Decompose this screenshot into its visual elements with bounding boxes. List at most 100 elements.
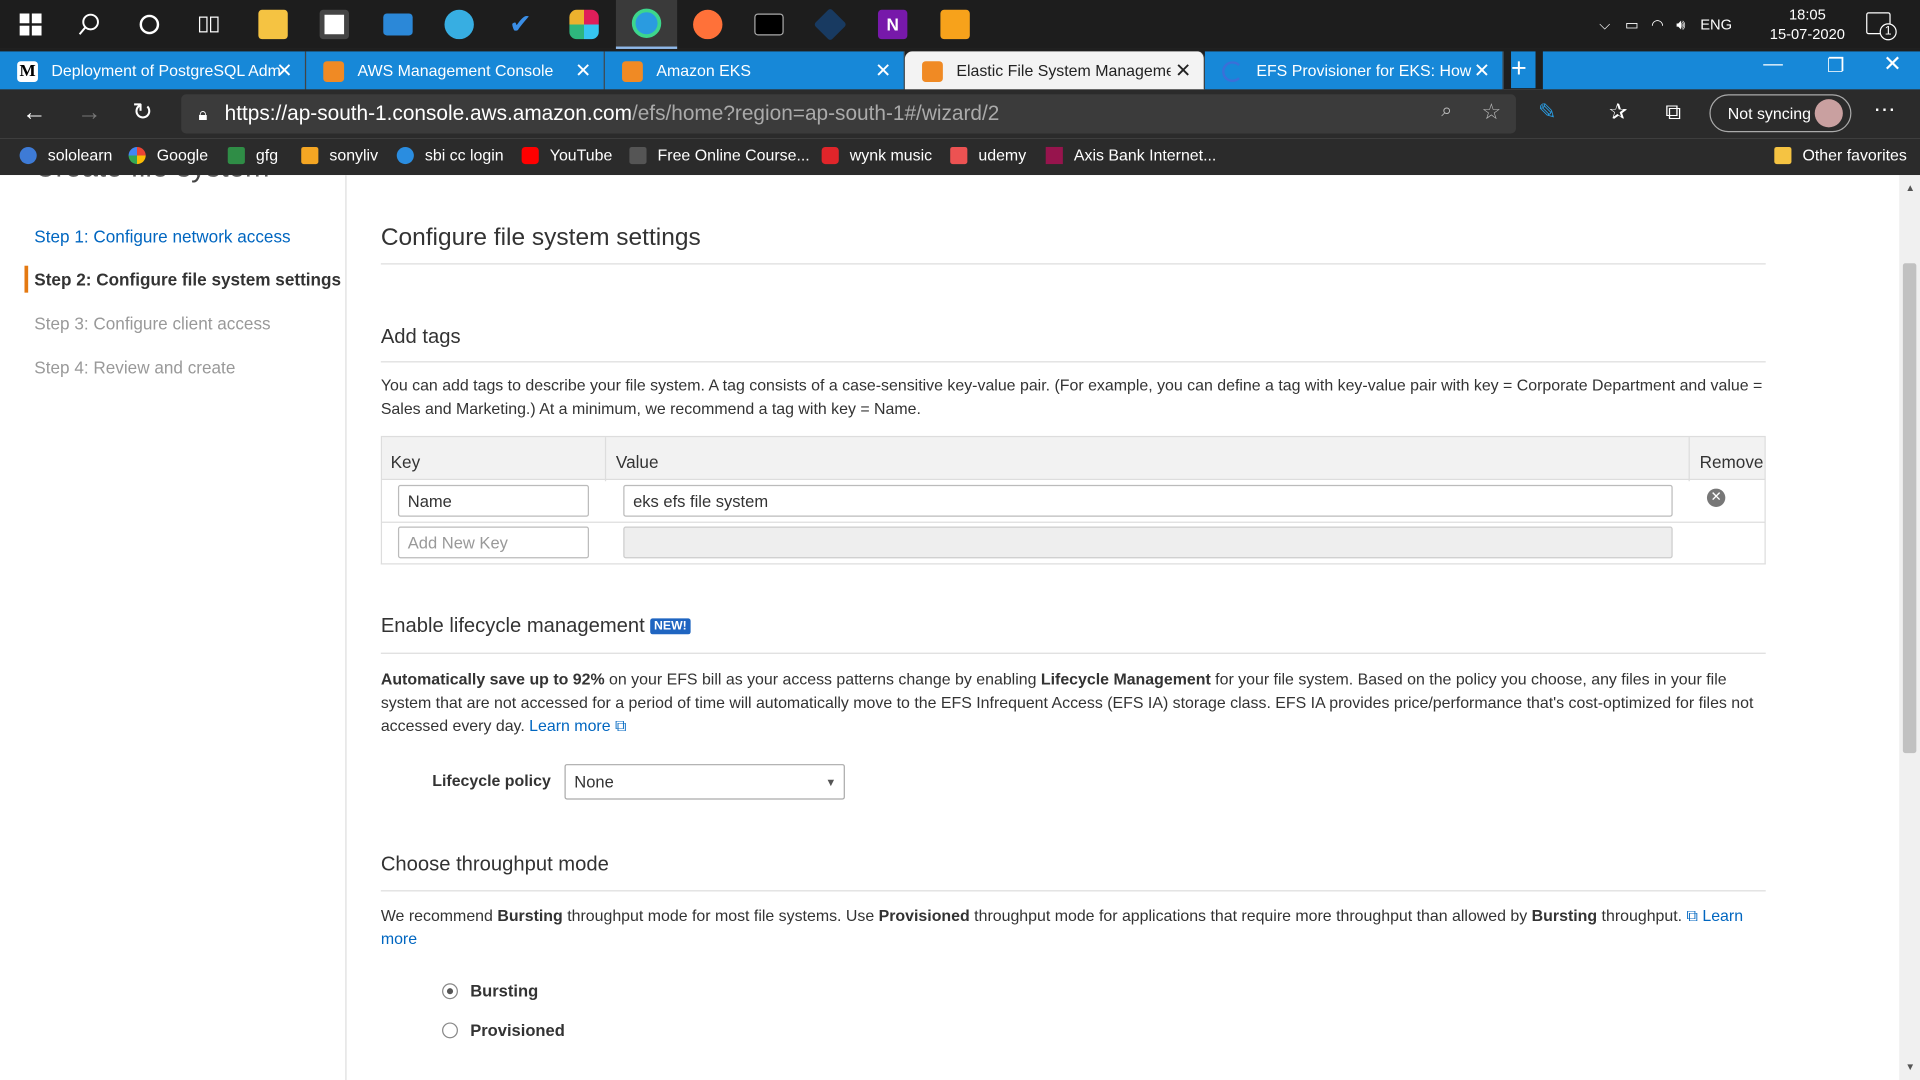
lifecycle-text-1: on your EFS bill as your access patterns…: [604, 669, 1041, 689]
step-1-link[interactable]: Step 1: Configure network access: [34, 227, 290, 247]
telegram-icon[interactable]: [429, 0, 490, 49]
wifi-icon[interactable]: ◠: [1651, 16, 1664, 33]
tab-label: EFS Provisioner for EKS: How it W: [1256, 61, 1474, 80]
radio-checked-icon[interactable]: [442, 982, 458, 999]
search-icon[interactable]: [59, 0, 120, 49]
throughput-title: Choose throughput mode: [380, 853, 609, 876]
tags-table: Key Value Remove Name eks efs file syste…: [380, 435, 1766, 565]
bookmarks-bar: sololearn Google gfg sonyliv sbi cc logi…: [0, 138, 1920, 176]
chevron-up-icon[interactable]: ⌵: [1599, 15, 1610, 33]
forward-icon[interactable]: →: [77, 99, 101, 127]
zoom-icon[interactable]: ⌕: [1441, 100, 1452, 122]
bursting-radio[interactable]: Bursting: [442, 980, 538, 1002]
more-menu-icon[interactable]: ⋯: [1873, 97, 1895, 123]
back-icon[interactable]: ←: [22, 99, 46, 127]
store-icon[interactable]: [304, 0, 365, 49]
external-link-icon: ⧉: [1686, 906, 1698, 925]
bookmark-google[interactable]: Google: [128, 146, 208, 164]
tab-efs-provisioner[interactable]: EFS Provisioner for EKS: How it W✕: [1204, 51, 1504, 90]
new-key-input[interactable]: Add New Key: [397, 526, 589, 559]
windows-start-icon[interactable]: [0, 0, 61, 49]
wizard-steps: Step 1: Configure network access Step 2:…: [0, 175, 347, 1080]
scroll-up-arrow[interactable]: ▲: [1905, 182, 1915, 193]
favorite-star-icon[interactable]: ☆: [1481, 99, 1501, 125]
terminal-icon[interactable]: [738, 0, 799, 49]
refresh-icon[interactable]: ↻: [132, 97, 153, 128]
active-step-marker: [24, 265, 29, 293]
clock-time: 18:05: [1788, 6, 1826, 24]
firefox-icon[interactable]: [677, 0, 738, 49]
col-value: Value: [615, 451, 659, 472]
other-favorites[interactable]: Other favorites: [1774, 146, 1907, 164]
close-icon[interactable]: ✕: [1175, 59, 1191, 83]
bookmark-label: wynk music: [849, 145, 933, 165]
todo-icon[interactable]: ✔: [490, 0, 551, 49]
collections-icon[interactable]: ⧉: [1665, 99, 1681, 125]
file-explorer-icon[interactable]: [242, 0, 303, 49]
tag-key-input[interactable]: Name: [397, 484, 589, 517]
bookmark-gfg[interactable]: gfg: [227, 146, 278, 164]
minimize-button[interactable]: —: [1763, 54, 1783, 76]
learn-more-link[interactable]: Learn more ⧉: [529, 716, 626, 734]
step-3: Step 3: Configure client access: [34, 313, 271, 334]
remove-tag-icon[interactable]: ✕: [1706, 488, 1726, 507]
tag-value-input[interactable]: eks efs file system: [623, 484, 1673, 517]
avatar: [1814, 99, 1843, 128]
clock[interactable]: 18:05 15-07-2020: [1763, 5, 1851, 44]
notification-icon[interactable]: 1: [1866, 12, 1897, 41]
restore-button[interactable]: ❐: [1827, 54, 1845, 78]
edge-icon[interactable]: [615, 0, 678, 49]
address-bar-row: ← → ↻ 🔒︎ https://ap-south-1.console.aws.…: [0, 89, 1920, 139]
scroll-down-arrow[interactable]: ▼: [1905, 1062, 1915, 1073]
step-label[interactable]: Step 1: Configure network access: [34, 227, 290, 247]
mail-icon[interactable]: [367, 0, 428, 49]
bookmark-free-course[interactable]: Free Online Course...: [629, 146, 810, 164]
bookmark-sonyliv[interactable]: sonyliv: [301, 146, 378, 164]
system-tray: ⌵ ▭ ◠ 🔊︎ ENG: [1599, 0, 1732, 49]
battery-icon[interactable]: ▭: [1625, 16, 1639, 33]
lifecycle-policy-select[interactable]: None ▼: [564, 764, 845, 800]
bookmark-udemy[interactable]: udemy: [950, 146, 1026, 164]
virtualbox-icon[interactable]: [800, 0, 861, 49]
sync-button[interactable]: Not syncing: [1709, 94, 1852, 133]
tab-amazon-eks[interactable]: Amazon EKS ✕: [604, 51, 905, 90]
favorites-icon[interactable]: ✰: [1609, 99, 1627, 125]
language-indicator[interactable]: ENG: [1700, 16, 1732, 33]
throughput-description: We recommend Bursting throughput mode fo…: [381, 904, 1766, 951]
bookmark-sbi[interactable]: sbi cc login: [396, 146, 504, 164]
close-icon[interactable]: ✕: [575, 59, 591, 83]
onenote-icon[interactable]: N: [862, 0, 923, 49]
bookmark-axis[interactable]: Axis Bank Internet...: [1045, 146, 1216, 164]
close-icon[interactable]: ✕: [276, 59, 292, 83]
volume-icon[interactable]: 🔊︎: [1676, 15, 1685, 33]
tab-postgresql[interactable]: M Deployment of PostgreSQL Adm ✕: [0, 51, 307, 90]
task-view-icon[interactable]: [179, 0, 240, 49]
close-window-button[interactable]: ✕: [1883, 51, 1901, 77]
sync-label: Not syncing: [1727, 104, 1811, 123]
step-2-current: Step 2: Configure file system settings: [34, 269, 342, 289]
new-badge: NEW!: [650, 618, 691, 635]
bookmark-sololearn[interactable]: sololearn: [19, 146, 112, 164]
close-icon[interactable]: ✕: [1474, 59, 1490, 83]
app-icon[interactable]: [924, 0, 985, 49]
scroll-thumb[interactable]: [1902, 263, 1917, 754]
tab-aws-console[interactable]: AWS Management Console ✕: [306, 51, 605, 90]
lifecycle-title: Enable lifecycle management NEW!: [381, 615, 691, 638]
lifecycle-policy-value: None: [574, 772, 614, 792]
bursting-label: Bursting: [470, 981, 539, 1000]
bookmark-youtube[interactable]: YouTube: [521, 146, 612, 164]
table-row: Name eks efs file system ✕: [382, 480, 1765, 523]
page-scrollbar[interactable]: ▲ ▼: [1899, 175, 1920, 1080]
medium-icon: M: [17, 61, 38, 83]
pen-extension-icon[interactable]: ✎: [1538, 99, 1556, 125]
new-tab-button[interactable]: +: [1511, 51, 1536, 89]
cortana-icon[interactable]: [119, 0, 180, 49]
tp-bold-2: Provisioned: [878, 906, 970, 925]
bookmark-wynk[interactable]: wynk music: [821, 145, 933, 165]
radio-unchecked-icon[interactable]: [442, 1021, 458, 1038]
close-icon[interactable]: ✕: [875, 59, 891, 83]
slack-icon[interactable]: [553, 0, 614, 49]
url-field[interactable]: 🔒︎ https://ap-south-1.console.aws.amazon…: [181, 94, 1516, 134]
tab-efs-management[interactable]: Elastic File System Management ✕: [904, 51, 1205, 90]
provisioned-radio[interactable]: Provisioned: [442, 1019, 565, 1041]
